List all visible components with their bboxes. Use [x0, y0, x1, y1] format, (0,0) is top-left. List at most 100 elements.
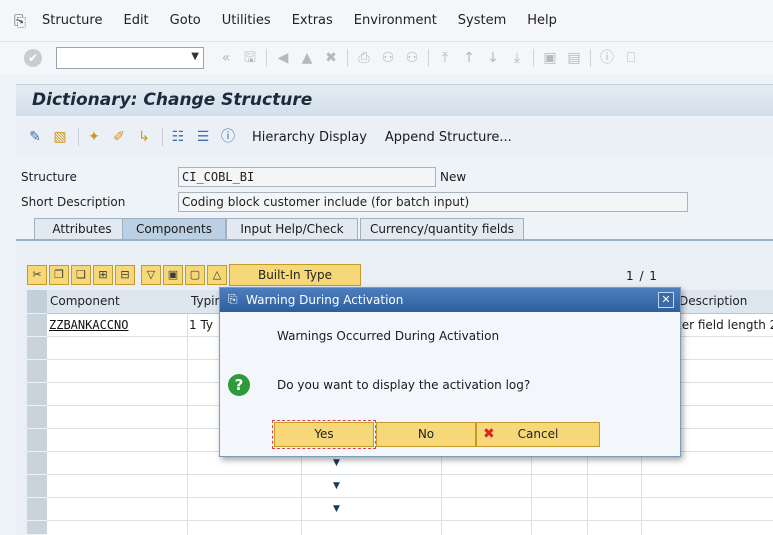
sort-icon[interactable]: △	[207, 265, 227, 285]
find-icon[interactable]: ⚇	[380, 50, 396, 66]
hierarchy-display-button[interactable]: Hierarchy Display	[252, 130, 367, 145]
tab-input-help-check[interactable]: Input Help/Check	[226, 218, 358, 240]
chevron-down-icon[interactable]: ▼	[333, 481, 340, 491]
copy-icon[interactable]: ❐	[49, 265, 69, 285]
check-icon[interactable]: ✦	[85, 128, 103, 146]
component-cell[interactable]: ZZBANKACCNO	[49, 318, 128, 332]
previous-page-icon[interactable]: ↑	[461, 50, 477, 66]
help-icon[interactable]: ⓘ	[599, 50, 615, 66]
where-used-icon[interactable]: ☷	[169, 128, 187, 146]
yes-button[interactable]: Yes	[272, 420, 376, 449]
menu-edit[interactable]: Edit	[123, 13, 148, 28]
menu-system[interactable]: System	[458, 13, 506, 28]
toolbar-separator	[162, 128, 163, 146]
application-toolbar: ✎ ▧ ✦ ✐ ↳ ☷ ☰ ⓘ Hierarchy Display Append…	[16, 118, 773, 156]
activate-icon[interactable]: ✐	[110, 128, 128, 146]
documentation-icon[interactable]: ⓘ	[219, 128, 237, 146]
cancel-x-icon: ✖	[483, 426, 495, 442]
row-selector[interactable]	[27, 475, 47, 498]
toolbar-separator	[590, 49, 591, 67]
display-change-icon[interactable]: ✎	[26, 128, 44, 146]
dialog-title-bar[interactable]: ⎘ Warning During Activation ✕	[220, 288, 680, 312]
row-selector[interactable]	[27, 429, 47, 452]
window-icon: ⎘	[228, 292, 238, 306]
menu-bar: ⎘ Structure Edit Goto Utilities Extras E…	[0, 0, 773, 42]
row-selector[interactable]	[27, 314, 47, 337]
row-selector[interactable]	[27, 452, 47, 475]
menu-goto[interactable]: Goto	[170, 13, 201, 28]
row-selector[interactable]	[27, 383, 47, 406]
column-header-component[interactable]: Component	[50, 294, 120, 308]
cancel-label: Cancel	[517, 427, 559, 441]
structure-field[interactable]: CI_COBL_BI	[178, 167, 436, 187]
chevron-down-icon[interactable]: ▼	[333, 504, 340, 514]
cut-icon[interactable]: ✂	[27, 265, 47, 285]
shortcut-icon[interactable]: ▤	[566, 50, 582, 66]
back-arrows-icon[interactable]: «	[218, 50, 234, 66]
next-page-icon[interactable]: ↓	[485, 50, 501, 66]
toolbar-separator	[428, 49, 429, 67]
no-button[interactable]: No	[376, 422, 476, 447]
print-icon[interactable]: ⎙	[356, 50, 372, 66]
tab-strip: Attributes Components Input Help/Check C…	[16, 218, 773, 240]
expand-icon[interactable]: ▣	[163, 265, 183, 285]
command-field[interactable]: ▼	[56, 47, 204, 69]
tab-attributes[interactable]: Attributes	[34, 218, 130, 240]
row-selector[interactable]	[27, 498, 47, 521]
menu-window-icon[interactable]: ⎘	[14, 13, 32, 29]
test-icon[interactable]: ↳	[135, 128, 153, 146]
find-next-icon[interactable]: ⚇	[404, 50, 420, 66]
dialog-question: Do you want to display the activation lo…	[277, 378, 531, 392]
structure-status: New	[440, 170, 467, 184]
tab-components[interactable]: Components	[122, 218, 226, 240]
table-toolbar: ✂ ❐ ❑ ⊞ ⊟ ▽ ▣ ▢ △ Built-In Type	[27, 264, 361, 286]
layout-icon[interactable]: ⎕	[623, 50, 639, 66]
tab-currency-quantity[interactable]: Currency/quantity fields	[360, 218, 524, 240]
delete-row-icon[interactable]: ⊟	[115, 265, 135, 285]
insert-row-icon[interactable]: ⊞	[93, 265, 113, 285]
builtin-type-button[interactable]: Built-In Type	[229, 264, 361, 286]
menu-structure[interactable]: Structure	[42, 13, 102, 28]
cancel-button[interactable]: ✖ Cancel	[476, 422, 600, 447]
warning-dialog: ⎘ Warning During Activation ✕ Warnings O…	[219, 287, 681, 457]
menu-environment[interactable]: Environment	[354, 13, 437, 28]
chevron-down-icon[interactable]: ▼	[191, 51, 199, 62]
row-selector[interactable]	[27, 337, 47, 360]
page-title: Dictionary: Change Structure	[32, 90, 313, 110]
active-inactive-icon[interactable]: ▧	[51, 128, 69, 146]
cancel-icon[interactable]: ✖	[323, 50, 339, 66]
typing-cell[interactable]: 1 Ty	[189, 318, 213, 332]
menu-help[interactable]: Help	[527, 13, 557, 28]
new-session-icon[interactable]: ▣	[542, 50, 558, 66]
first-page-icon[interactable]: ⤒	[437, 50, 453, 66]
row-selector[interactable]	[27, 521, 47, 535]
select-all-cell[interactable]	[27, 290, 47, 314]
exit-icon[interactable]: ▲	[299, 50, 315, 66]
menu-utilities[interactable]: Utilities	[222, 13, 271, 28]
row-selector[interactable]	[27, 360, 47, 383]
short-description-field[interactable]: Coding block customer include (for batch…	[178, 192, 688, 212]
table-row[interactable]: ▼	[47, 475, 773, 498]
toolbar-icons: « 🖫 ◀ ▲ ✖ ⎙ ⚇ ⚇ ⤒ ↑ ↓ ⤓ ▣ ▤ ⓘ ⎕	[214, 49, 643, 67]
dialog-title: Warning During Activation	[246, 293, 404, 307]
display-object-list-icon[interactable]: ☰	[194, 128, 212, 146]
column-header-description[interactable]: Description	[679, 294, 747, 308]
paste-icon[interactable]: ❑	[71, 265, 91, 285]
collapse-icon[interactable]: ▢	[185, 265, 205, 285]
last-page-icon[interactable]: ⤓	[509, 50, 525, 66]
close-icon[interactable]: ✕	[658, 292, 674, 308]
standard-toolbar: ✔ ▼ « 🖫 ◀ ▲ ✖ ⎙ ⚇ ⚇ ⤒ ↑ ↓ ⤓ ▣ ▤ ⓘ ⎕	[0, 42, 773, 74]
save-icon[interactable]: 🖫	[242, 50, 258, 66]
description-cell[interactable]: ter field length 2	[677, 318, 773, 332]
filter-icon[interactable]: ▽	[141, 265, 161, 285]
append-structure-button[interactable]: Append Structure...	[385, 130, 512, 145]
page-indicator: 1 / 1	[626, 269, 658, 283]
title-bar: Dictionary: Change Structure	[16, 84, 773, 116]
row-selector[interactable]	[27, 406, 47, 429]
enter-check-icon[interactable]: ✔	[24, 49, 42, 67]
back-icon[interactable]: ◀	[275, 50, 291, 66]
menu-extras[interactable]: Extras	[292, 13, 333, 28]
table-row[interactable]: ▼	[47, 498, 773, 521]
chevron-down-icon[interactable]: ▼	[333, 458, 340, 468]
column-header-typing[interactable]: Typin	[191, 294, 222, 308]
